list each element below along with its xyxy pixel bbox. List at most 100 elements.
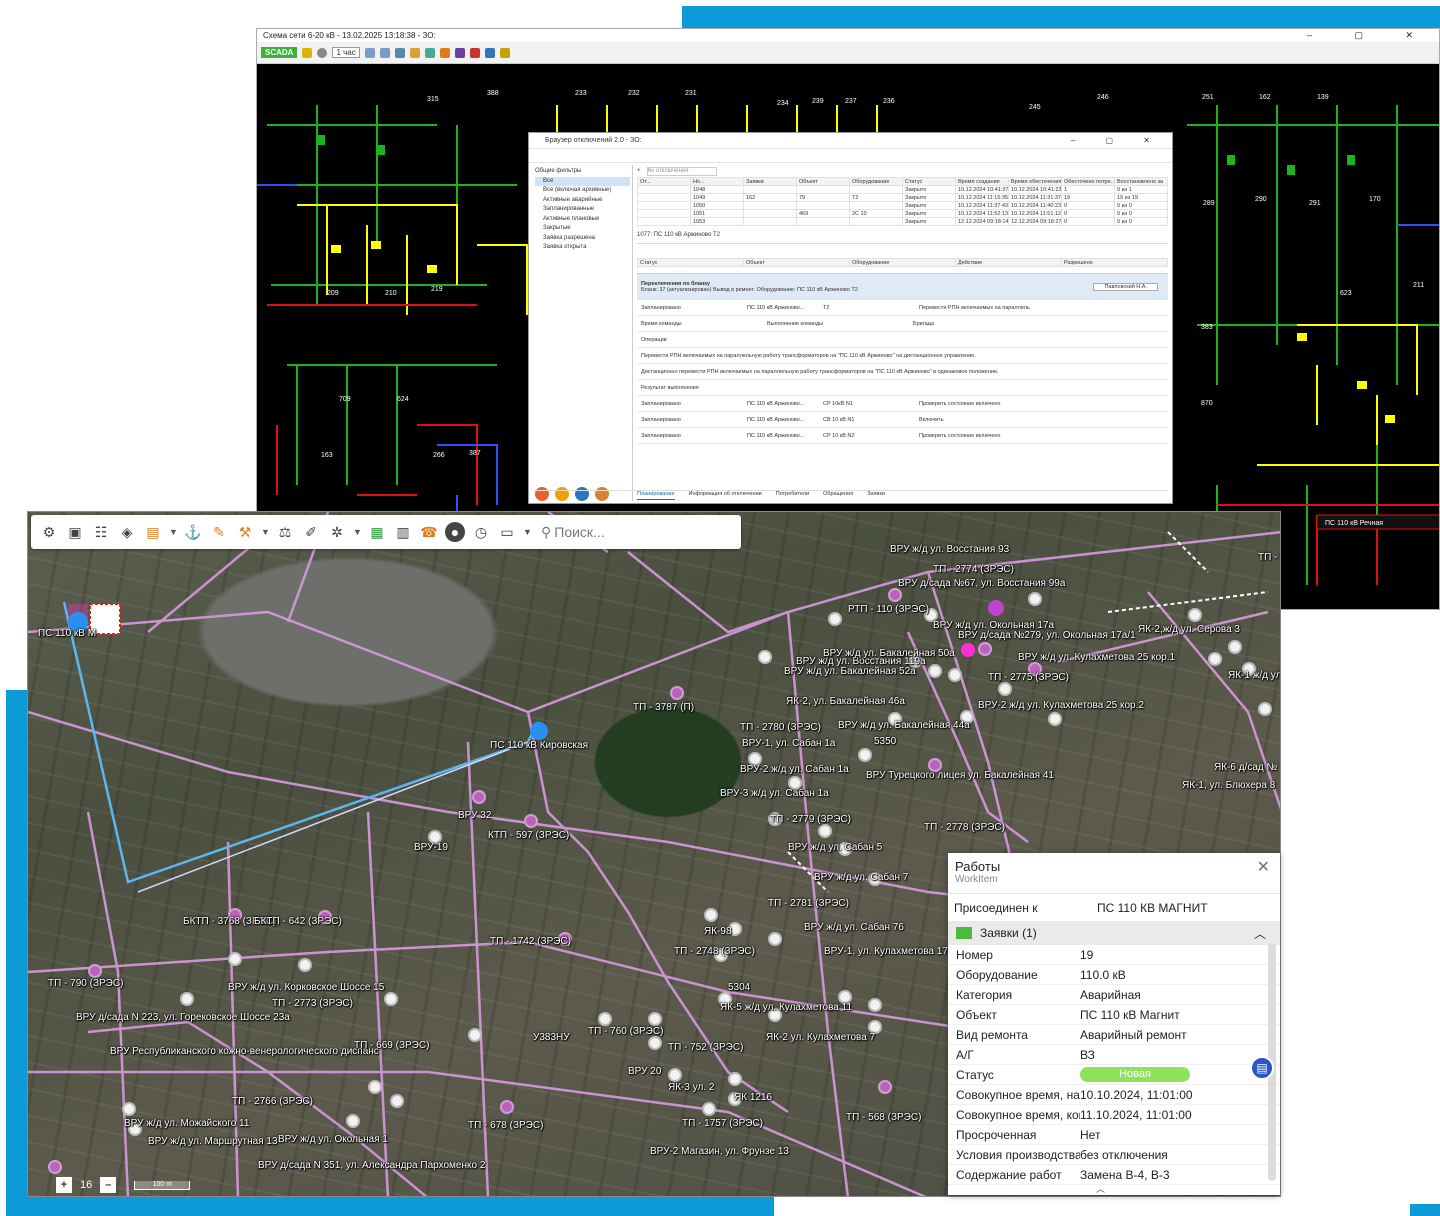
ruler-icon[interactable]: ▭ bbox=[497, 522, 517, 542]
map-object-label[interactable]: ВРУ д/сада N 351, ул. Александра Пархоме… bbox=[258, 1160, 485, 1171]
map-object-label[interactable]: ВРУ д/сада №67, ул. Восстания 99а bbox=[898, 578, 1065, 589]
map-object-label[interactable]: ЯК-98 bbox=[704, 926, 732, 937]
consumer-node[interactable] bbox=[768, 932, 782, 946]
pencil-icon[interactable]: ✐ bbox=[301, 522, 321, 542]
scada-mode-button[interactable]: SCADA bbox=[261, 47, 298, 58]
layers-icon[interactable]: ◈ bbox=[117, 522, 137, 542]
substation-node[interactable] bbox=[878, 1080, 892, 1094]
table-row[interactable]: 1051 469 2С 10 Закрыто 10.12.2024 11:52:13 10… bbox=[637, 209, 1168, 218]
consumer-node[interactable] bbox=[1188, 608, 1202, 622]
map-object-label[interactable]: ВРУ Турецкого лицея ул. Бакалейная 41 bbox=[866, 770, 1054, 781]
switch-form-row[interactable]: Переключения по бланку Бланк: 37 (актуал… bbox=[637, 274, 1168, 300]
bell-icon[interactable]: ● bbox=[445, 522, 465, 542]
consumer-node[interactable] bbox=[468, 1028, 482, 1042]
chevron-down-icon[interactable]: ▼ bbox=[353, 527, 362, 537]
map-object-label[interactable]: ЯК-6 д/сад № bbox=[1214, 762, 1277, 773]
map-object-label[interactable]: ТП - 669 (ЗРЭС) bbox=[354, 1040, 429, 1051]
consumer-node[interactable] bbox=[180, 992, 194, 1006]
table-row[interactable]: 1053 Закрыто 12.12.2024 09:18:14 12.12.2024… bbox=[637, 217, 1168, 226]
ops-column-header[interactable]: Разрешено bbox=[1061, 258, 1168, 267]
map-object-label[interactable]: ЯК 1216 bbox=[734, 1092, 772, 1103]
warning-icon[interactable] bbox=[439, 47, 450, 58]
map-object-label[interactable]: 5350 bbox=[874, 736, 896, 747]
map-object-label[interactable]: ВРУ д/сада №279, ул. Окольная 17а/1 bbox=[958, 630, 1136, 641]
grid-column-header[interactable]: Объект bbox=[796, 177, 850, 186]
map-object-label[interactable]: БКТП - 642 (ЗРЭС) bbox=[254, 916, 342, 927]
gear-icon[interactable]: ⚙ bbox=[39, 522, 59, 542]
map-object-label[interactable]: 5304 bbox=[728, 982, 750, 993]
tab-planning[interactable]: Планирование bbox=[637, 491, 675, 500]
planned-row[interactable]: Запланировано ПС 110 кВ Аржиново... СР 1… bbox=[637, 428, 1168, 444]
tree-item[interactable]: Все (включая архивные) bbox=[535, 186, 630, 196]
map-object-label[interactable]: ВРУ-2 ж/д ул. Сабан 1а bbox=[740, 764, 849, 775]
map-object-label[interactable]: ПС 110 кВ Кировская bbox=[490, 740, 588, 751]
chevron-down-icon[interactable]: ▼ bbox=[169, 527, 178, 537]
phone-icon[interactable]: ☎ bbox=[419, 522, 439, 542]
doc-tab[interactable]: 1077: ПС 110 кВ Аржиново Т2 bbox=[637, 232, 1168, 244]
ops-column-header[interactable]: Статус bbox=[637, 258, 744, 267]
grid-icon[interactable] bbox=[424, 47, 435, 58]
grid-column-header[interactable]: От... bbox=[637, 177, 691, 186]
map-object-label[interactable]: ВРУ д/сада N 223, ул. Горековское Шоссе … bbox=[76, 1012, 290, 1023]
substation-node[interactable] bbox=[500, 1100, 514, 1114]
zoom-out-icon[interactable] bbox=[379, 47, 390, 58]
tree-item[interactable]: Активные аварийные bbox=[535, 196, 630, 206]
add-icon[interactable]: + bbox=[637, 168, 641, 174]
map-object-label[interactable]: КТП - 597 (ЗРЭС) bbox=[488, 830, 569, 841]
substation-node[interactable] bbox=[888, 588, 902, 602]
outage-number-input[interactable]: № отключения bbox=[646, 166, 717, 176]
grid-column-header[interactable]: Оборудование bbox=[849, 177, 903, 186]
consumer-node[interactable] bbox=[728, 1072, 742, 1086]
consumer-node[interactable] bbox=[1258, 702, 1272, 716]
table-row[interactable]: 1048 Закрыто 10.12.2024 10:41:37 10.12.2024… bbox=[637, 185, 1168, 194]
switch-person[interactable]: Павловский Н.А. bbox=[1093, 282, 1158, 291]
map-object-label[interactable]: ВРУ Республиканского кожно-венерологичес… bbox=[110, 1046, 379, 1057]
map-object-label[interactable]: ВРУ-3 ж/д ул. Сабан 1а bbox=[720, 788, 829, 799]
tab-consumers[interactable]: Потребители bbox=[776, 491, 809, 500]
map-object-label[interactable]: ТП - 6750 bbox=[1258, 552, 1280, 563]
tree-item[interactable]: Заявка разрешена bbox=[535, 234, 630, 244]
report-icon[interactable]: ▤ bbox=[1250, 1056, 1274, 1080]
clock-icon[interactable]: ◷ bbox=[471, 522, 491, 542]
planned-row[interactable]: Запланировано ПС 110 кВ Аржиново... СР 1… bbox=[637, 396, 1168, 412]
map-object-label[interactable]: ВРУ ж/д ул. Сабан 76 bbox=[804, 922, 904, 933]
consumer-node[interactable] bbox=[858, 748, 872, 762]
requests-group[interactable]: Заявки (1) ︿ bbox=[948, 921, 1280, 945]
consumer-node[interactable] bbox=[998, 682, 1012, 696]
tree-item[interactable]: Запланированные bbox=[535, 205, 630, 215]
map-object-label[interactable]: ЯК-2, ул. Бакалейная 46а bbox=[786, 696, 905, 707]
result-field[interactable]: Результат выполнения bbox=[637, 380, 1168, 396]
tree-icon[interactable]: ☷ bbox=[91, 522, 111, 542]
consumer-node[interactable] bbox=[1028, 592, 1042, 606]
tab-applications[interactable]: Заявки bbox=[867, 491, 885, 500]
map-object-label[interactable]: ВРУ-2 ж/д ул. Кулахметова 25 кор.2 bbox=[978, 700, 1144, 711]
ops-column-header[interactable]: Оборудование bbox=[849, 258, 956, 267]
consumer-node[interactable] bbox=[346, 1114, 360, 1128]
ops-column-header[interactable]: Объект bbox=[743, 258, 850, 267]
map-object-label[interactable]: ВРУ-2 Магазин, ул. Фрунзе 13 bbox=[650, 1146, 789, 1157]
tree-item[interactable]: Общие фильтры bbox=[535, 167, 630, 177]
wrench-icon[interactable]: ⚒ bbox=[235, 522, 255, 542]
substation-node[interactable] bbox=[48, 1160, 62, 1174]
map-search[interactable]: ⚲ Поиск... bbox=[541, 524, 605, 541]
map-object-label[interactable]: ВРУ ж/д ул. Корковское Шоссе 15 bbox=[228, 982, 384, 993]
map-object-label[interactable]: У383HУ bbox=[533, 1032, 570, 1043]
filter-icon[interactable] bbox=[394, 47, 405, 58]
consumer-node[interactable] bbox=[702, 1102, 716, 1116]
consumer-node[interactable] bbox=[298, 958, 312, 972]
map-object-label[interactable]: ВРУ ж/д ул. Бакалейная 52а bbox=[784, 666, 916, 677]
map-object-label[interactable]: ТП - 2781 (ЗРЭС) bbox=[768, 898, 849, 909]
map-object-label[interactable]: ВРУ 20 bbox=[628, 1066, 661, 1077]
map-object-label[interactable]: ТП - 2773 (ЗРЭС) bbox=[272, 998, 353, 1009]
table-row[interactable]: 1049 162 79 Т2 Закрыто 10.12.2024 11:15:35 10.… bbox=[637, 193, 1168, 202]
substation-node[interactable] bbox=[670, 686, 684, 700]
station-icon[interactable]: ▦ bbox=[367, 522, 387, 542]
consumer-node[interactable] bbox=[948, 668, 962, 682]
anchor-icon[interactable]: ⚓ bbox=[183, 522, 203, 542]
map-object-label[interactable]: ВРУ ж/д ул. Восстания 93 bbox=[890, 544, 1009, 555]
map-object-label[interactable]: ТП - 2748 (ЗРЭС) bbox=[674, 946, 755, 957]
gears-icon[interactable]: ✲ bbox=[327, 522, 347, 542]
map-object-label[interactable]: ВРУ 32 bbox=[458, 810, 491, 821]
consumer-node[interactable] bbox=[648, 1036, 662, 1050]
map-object-label[interactable]: ТП - 568 (ЗРЭС) bbox=[846, 1112, 921, 1123]
